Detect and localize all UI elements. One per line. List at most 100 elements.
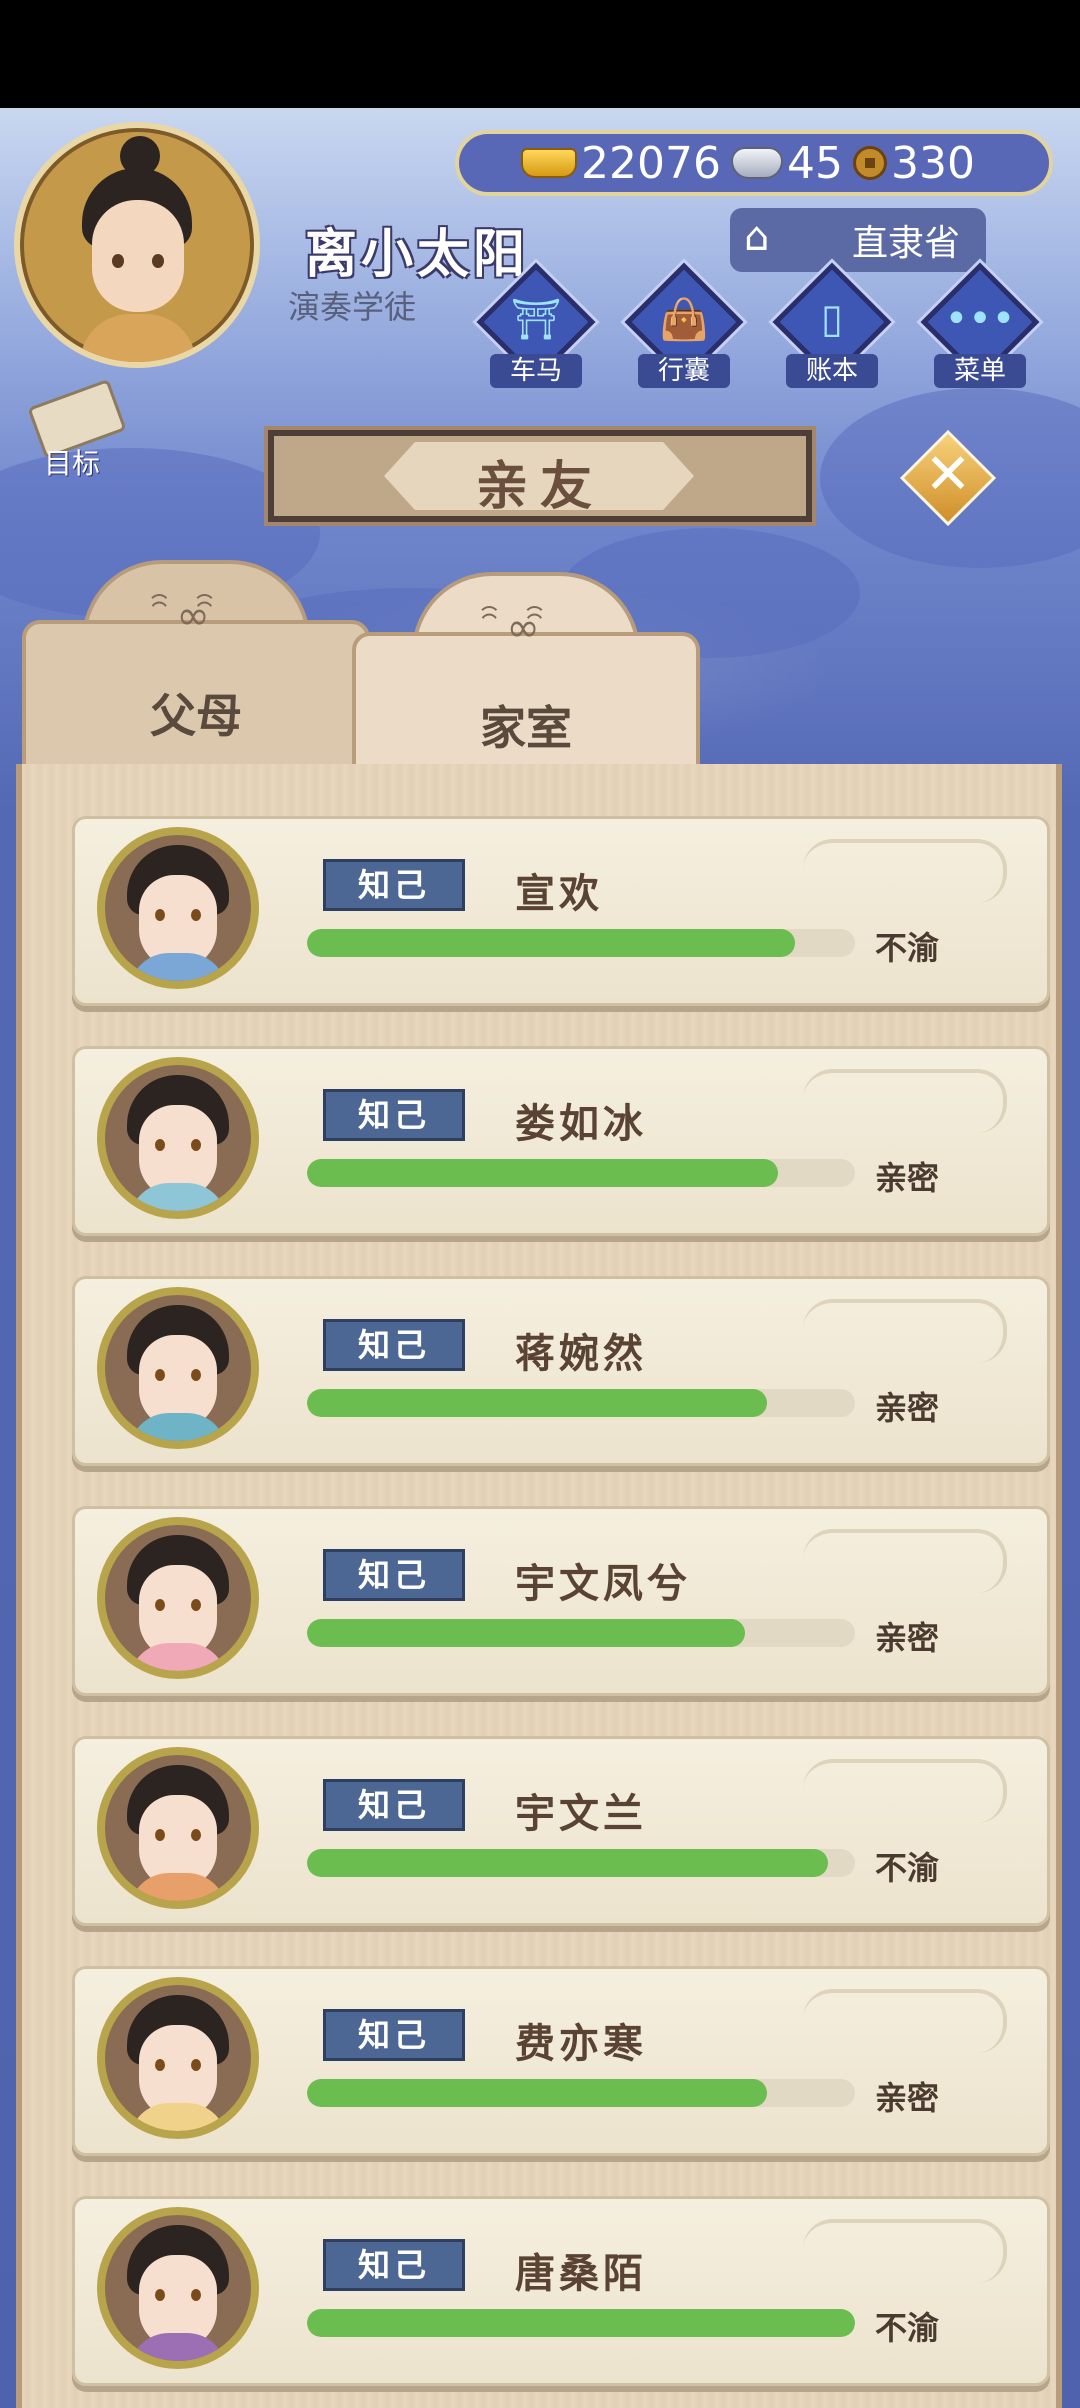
main-menu-button[interactable]: ••• 菜单 <box>920 262 1040 394</box>
cloud-swirl-icon: ꩰ∞ꩰ <box>500 605 552 651</box>
npc-robe <box>129 2333 227 2361</box>
cloud-pattern <box>803 1989 1007 2053</box>
goal-button[interactable]: 目标 <box>18 378 128 480</box>
npc-portrait <box>97 827 259 989</box>
npc-name: 宇文凤兮 <box>515 1561 691 1607</box>
npc-robe <box>129 1873 227 1901</box>
affection-bar-fill <box>307 2079 768 2107</box>
affection-bar-fill <box>307 1159 779 1187</box>
status-bar <box>0 0 1080 108</box>
affection-bar <box>307 1619 855 1647</box>
currency-bar: 22076 45 330 <box>455 130 1053 196</box>
inkstone-icon: ⌂ <box>744 214 770 260</box>
cloud-pattern <box>803 1759 1007 1823</box>
close-icon: ✕ <box>924 442 972 507</box>
bag-label: 行囊 <box>638 354 730 388</box>
relation-badge: 知己 <box>323 2239 465 2291</box>
npc-portrait <box>97 1747 259 1909</box>
npc-robe <box>129 1643 227 1671</box>
cloud-pattern <box>803 2219 1007 2283</box>
npc-portrait <box>97 1517 259 1679</box>
affection-bar <box>307 2309 855 2337</box>
cloud-pattern <box>803 1529 1007 1593</box>
relation-card[interactable]: 知己 宇文兰 不渝 <box>72 1736 1050 1926</box>
npc-name: 宣欢 <box>515 871 603 917</box>
relation-badge: 知己 <box>323 1549 465 1601</box>
npc-name: 唐桑陌 <box>515 2251 647 2297</box>
tab-household-label: 家室 <box>480 701 572 755</box>
relation-status: 不渝 <box>875 2309 940 2347</box>
relation-badge: 知己 <box>323 2009 465 2061</box>
carriage-button[interactable]: ⛩ 车马 <box>476 262 596 394</box>
gold-ingot-icon <box>521 148 577 178</box>
npc-portrait <box>97 2207 259 2369</box>
silver-ingot-icon <box>730 147 783 179</box>
affection-bar-fill <box>307 1849 828 1877</box>
relation-status: 亲密 <box>875 2079 940 2117</box>
bag-icon: 👜 <box>659 297 709 343</box>
player-avatar[interactable] <box>14 122 260 368</box>
tab-parents[interactable]: ꩰ∞ꩰ 父母 <box>22 560 370 770</box>
copper-coin-icon <box>852 146 887 180</box>
npc-robe <box>129 1183 227 1211</box>
cloud-pattern <box>803 1069 1007 1133</box>
region-label: 直隶省 <box>851 223 960 264</box>
npc-portrait <box>97 1977 259 2139</box>
npc-name: 费亦寒 <box>515 2021 647 2067</box>
npc-name: 蒋婉然 <box>515 1331 647 1377</box>
affection-bar <box>307 929 855 957</box>
ledger-label: 账本 <box>786 354 878 388</box>
player-title: 演奏学徒 <box>288 288 417 326</box>
affection-bar-fill <box>307 929 795 957</box>
relations-panel: 知己 宣欢 不渝 知己 娄如冰 亲密 知己 蒋婉然 亲密 知己 宇文凤兮 亲密 … <box>16 764 1062 2408</box>
bag-button[interactable]: 👜 行囊 <box>624 262 744 394</box>
affection-bar <box>307 1389 855 1417</box>
cloud-pattern <box>803 839 1007 903</box>
goal-label: 目标 <box>44 447 101 480</box>
cloud-swirl-icon: ꩰ∞ꩰ <box>170 593 222 639</box>
main-menu-label: 菜单 <box>934 354 1026 388</box>
close-button[interactable]: ✕ <box>899 429 997 527</box>
ledger-icon: ▯ <box>820 296 843 342</box>
panel-header: 亲友 <box>268 430 812 522</box>
tab-household[interactable]: ꩰ∞ꩰ 家室 <box>352 572 700 782</box>
npc-robe <box>129 1413 227 1441</box>
npc-robe <box>129 2103 227 2131</box>
affection-bar-fill <box>307 1389 768 1417</box>
relation-card[interactable]: 知己 宇文凤兮 亲密 <box>72 1506 1050 1696</box>
panel-title: 亲友 <box>475 457 604 517</box>
relation-card[interactable]: 知己 费亦寒 亲密 <box>72 1966 1050 2156</box>
affection-bar <box>307 1849 855 1877</box>
more-dots-icon: ••• <box>944 296 1016 342</box>
npc-name: 宇文兰 <box>515 1791 647 1837</box>
relation-status: 亲密 <box>875 1389 940 1427</box>
relation-card[interactable]: 知己 娄如冰 亲密 <box>72 1046 1050 1236</box>
affection-bar-fill <box>307 1619 746 1647</box>
tab-parents-label: 父母 <box>150 689 242 743</box>
relation-status: 不渝 <box>875 1849 940 1887</box>
coin-amount: 330 <box>890 137 975 189</box>
affection-bar-fill <box>307 2309 855 2337</box>
relation-badge: 知己 <box>323 1319 465 1371</box>
carriage-icon: ⛩ <box>510 297 562 343</box>
relation-card[interactable]: 知己 宣欢 不渝 <box>72 816 1050 1006</box>
carriage-label: 车马 <box>490 354 582 388</box>
gold-amount: 22076 <box>581 137 721 189</box>
npc-portrait <box>97 1057 259 1219</box>
relation-badge: 知己 <box>323 1779 465 1831</box>
relation-card[interactable]: 知己 蒋婉然 亲密 <box>72 1276 1050 1466</box>
relation-status: 不渝 <box>875 929 940 967</box>
relation-badge: 知己 <box>323 1089 465 1141</box>
npc-portrait <box>97 1287 259 1449</box>
relation-status: 亲密 <box>875 1619 940 1657</box>
affection-bar <box>307 1159 855 1187</box>
npc-name: 娄如冰 <box>515 1101 647 1147</box>
affection-bar <box>307 2079 855 2107</box>
relation-card[interactable]: 知己 唐桑陌 不渝 <box>72 2196 1050 2386</box>
npc-robe <box>129 953 227 981</box>
relation-badge: 知己 <box>323 859 465 911</box>
silver-amount: 45 <box>786 137 843 189</box>
region-button[interactable]: ⌂ 直隶省 <box>730 208 986 272</box>
cloud-pattern <box>803 1299 1007 1363</box>
ledger-button[interactable]: ▯ 账本 <box>772 262 892 394</box>
